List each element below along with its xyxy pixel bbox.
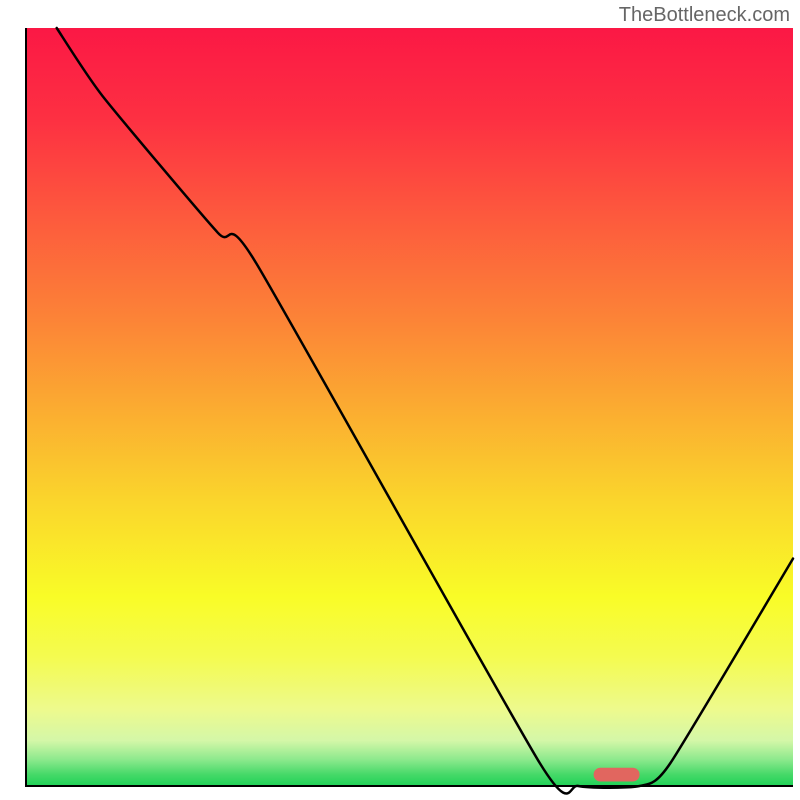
- optimum-marker: [594, 768, 640, 782]
- watermark-text: TheBottleneck.com: [619, 4, 790, 27]
- bottleneck-chart: [0, 0, 800, 800]
- chart-svg: [0, 0, 800, 800]
